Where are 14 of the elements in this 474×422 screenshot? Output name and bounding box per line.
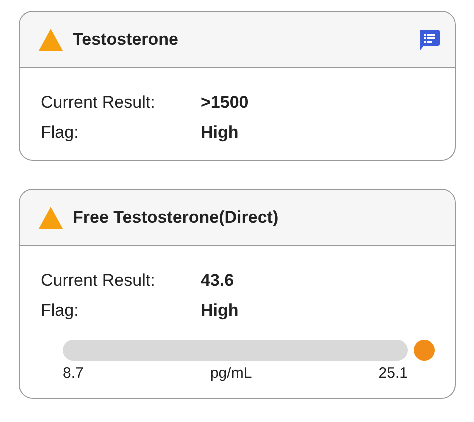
range-unit: pg/mL [210,364,252,384]
card-title: Free Testosterone(Direct) [73,206,280,229]
card-title: Testosterone [73,28,180,51]
field-value: High [201,122,239,144]
field-label: Current Result: [41,92,156,114]
field-value: 43.6 [201,270,234,292]
field-value: >1500 [201,92,249,114]
field-value: High [201,300,239,322]
field-label: Current Result: [41,270,156,292]
range-high: 25.1 [378,364,408,384]
field-label: Flag: [41,300,80,322]
comment-icon[interactable] [417,28,441,52]
range-low: 8.7 [63,364,84,384]
field-label: Flag: [41,122,80,144]
